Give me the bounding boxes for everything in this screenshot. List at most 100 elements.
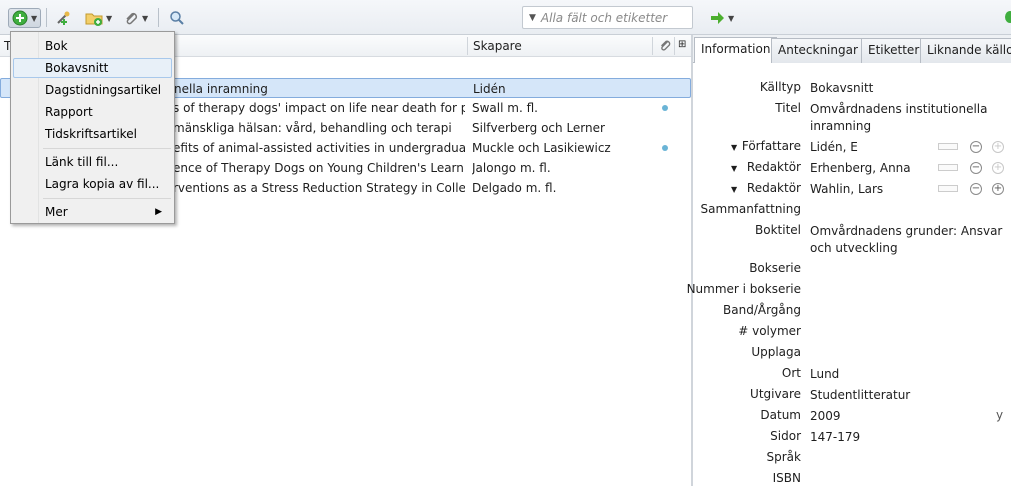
sync-status-icon[interactable] bbox=[1005, 11, 1011, 23]
chevron-down-icon: ▼ bbox=[106, 13, 113, 23]
go-to-url-button[interactable]: ▼ bbox=[706, 8, 737, 28]
item-title: rventions as a Stress Reduction Strategy… bbox=[173, 181, 465, 195]
search-mode-dropdown-icon[interactable]: ▼ bbox=[529, 13, 536, 23]
chevron-down-icon: ▼ bbox=[31, 13, 38, 23]
new-item-icon bbox=[12, 10, 28, 26]
menu-item-more-label: Mer bbox=[45, 205, 68, 219]
chevron-down-icon: ▼ bbox=[142, 13, 149, 23]
tab-tags[interactable]: Etiketter bbox=[861, 38, 927, 63]
column-divider[interactable] bbox=[674, 37, 675, 55]
abstract-label: Sammanfattning bbox=[700, 202, 801, 216]
locate-icon bbox=[170, 11, 184, 25]
menu-separator bbox=[43, 148, 171, 149]
name-mode-toggle[interactable] bbox=[938, 185, 958, 192]
toolbar: ▼ ▼ ▼ ▼ Alla fält och etiketter ▼ bbox=[0, 0, 1011, 35]
item-title: mänskliga hälsan: vård, behandling och t… bbox=[173, 121, 452, 135]
new-item-from-id-button[interactable] bbox=[52, 8, 74, 28]
title-label: Titel bbox=[775, 101, 801, 115]
menu-item-dagstidningsartikel[interactable]: Dagstidningsartikel bbox=[13, 80, 172, 100]
pages-label: Sidor bbox=[770, 429, 801, 443]
menu-item-bokavsnitt[interactable]: Bokavsnitt bbox=[13, 58, 172, 78]
edition-label: Upplaga bbox=[751, 345, 801, 359]
place-value[interactable]: Lund bbox=[810, 366, 1005, 383]
column-divider[interactable] bbox=[467, 37, 468, 55]
creator-type-dropdown-icon[interactable]: ▼ bbox=[731, 143, 737, 152]
place-label: Ort bbox=[781, 366, 801, 380]
locate-button[interactable] bbox=[166, 8, 188, 28]
menu-item-more[interactable]: Mer ▶ bbox=[13, 202, 172, 222]
menu-separator bbox=[43, 198, 171, 199]
menu-item-bok[interactable]: Bok bbox=[13, 36, 172, 56]
new-item-button[interactable]: ▼ bbox=[8, 8, 42, 28]
isbn-label: ISBN bbox=[772, 471, 801, 485]
add-creator-icon[interactable]: + bbox=[992, 162, 1004, 174]
toolbar-separator bbox=[158, 8, 159, 27]
menu-item-link-to-file[interactable]: Länk till fil... bbox=[13, 152, 172, 172]
item-creator: Silfverberg och Lerner bbox=[472, 121, 605, 135]
search-input[interactable]: ▼ Alla fält och etiketter bbox=[522, 6, 693, 29]
add-creator-icon[interactable]: + bbox=[992, 141, 1004, 153]
new-collection-icon bbox=[85, 13, 103, 26]
attachment-column-icon[interactable] bbox=[658, 38, 672, 55]
book-title-value[interactable]: Omvårdnadens grunder: Ansvar och utveckl… bbox=[810, 223, 1005, 257]
add-attachment-button[interactable]: ▼ bbox=[120, 8, 151, 28]
new-item-menu: Bok Bokavsnitt Dagstidningsartikel Rappo… bbox=[10, 31, 175, 224]
attachment-icon bbox=[126, 12, 138, 25]
remove-creator-icon[interactable]: − bbox=[970, 183, 982, 195]
add-creator-icon[interactable]: + bbox=[992, 183, 1004, 195]
submenu-arrow-icon: ▶ bbox=[155, 207, 162, 217]
attachment-indicator-icon[interactable] bbox=[662, 145, 668, 151]
tab-related[interactable]: Liknande källor bbox=[920, 38, 1011, 63]
volume-label: Band/Årgång bbox=[723, 303, 801, 317]
remove-creator-icon[interactable]: − bbox=[970, 141, 982, 153]
attachment-indicator-icon[interactable] bbox=[662, 105, 668, 111]
item-title: ence of Therapy Dogs on Young Children's… bbox=[173, 161, 465, 175]
menu-item-tidskriftsartikel[interactable]: Tidskriftsartikel bbox=[13, 124, 172, 144]
date-value[interactable]: 2009 bbox=[810, 408, 1005, 425]
book-title-label: Boktitel bbox=[755, 223, 801, 237]
title-value[interactable]: Omvårdnadens institutionella inramning bbox=[810, 101, 1005, 135]
item-creator: Jalongo m. fl. bbox=[472, 161, 551, 175]
publisher-label: Utgivare bbox=[750, 387, 801, 401]
series-number-label: Nummer i bokserie bbox=[686, 282, 801, 296]
num-volumes-label: # volymer bbox=[738, 324, 801, 338]
new-item-from-id-icon bbox=[57, 11, 70, 25]
creator-role-label[interactable]: Redaktör bbox=[747, 181, 801, 195]
tab-notes[interactable]: Anteckningar bbox=[771, 38, 865, 63]
sync-arrow-icon bbox=[711, 12, 724, 24]
series-label: Bokserie bbox=[749, 261, 801, 275]
column-divider[interactable] bbox=[652, 37, 653, 55]
item-title: s of therapy dogs' impact on life near d… bbox=[173, 101, 465, 115]
publisher-value[interactable]: Studentlitteratur bbox=[810, 387, 1005, 404]
item-creator: Lidén bbox=[473, 82, 506, 96]
chevron-down-icon: ▼ bbox=[728, 13, 735, 23]
remove-creator-icon[interactable]: − bbox=[970, 162, 982, 174]
column-picker-icon[interactable]: ⊞ bbox=[678, 39, 686, 50]
date-format-indicator: y bbox=[996, 408, 1004, 422]
name-mode-toggle[interactable] bbox=[938, 164, 958, 171]
search-placeholder: Alla fält och etiketter bbox=[540, 10, 668, 25]
item-creator: Muckle och Lasikiewicz bbox=[472, 141, 611, 155]
item-info-pane: Information Anteckningar Etiketter Likna… bbox=[687, 35, 1011, 486]
date-label: Datum bbox=[760, 408, 801, 422]
creator-type-dropdown-icon[interactable]: ▼ bbox=[731, 185, 737, 194]
creator-role-label[interactable]: Författare bbox=[742, 139, 801, 153]
item-title: efits of animal-assisted activities in u… bbox=[173, 141, 465, 155]
pages-value[interactable]: 147-179 bbox=[810, 429, 1005, 446]
item-type-label: Källtyp bbox=[759, 80, 801, 94]
item-tabs: Information Anteckningar Etiketter Likna… bbox=[693, 35, 1011, 63]
creator-column-header[interactable]: Skapare bbox=[473, 39, 522, 53]
item-creator: Delgado m. fl. bbox=[472, 181, 557, 195]
creator-role-label[interactable]: Redaktör bbox=[747, 160, 801, 174]
creator-type-dropdown-icon[interactable]: ▼ bbox=[731, 164, 737, 173]
language-label: Språk bbox=[766, 450, 801, 464]
toolbar-separator bbox=[46, 8, 47, 27]
name-mode-toggle[interactable] bbox=[938, 143, 958, 150]
item-creator: Swall m. fl. bbox=[472, 101, 538, 115]
item-title: nella inramning bbox=[174, 82, 268, 96]
new-collection-button[interactable]: ▼ bbox=[82, 8, 115, 28]
tab-information[interactable]: Information bbox=[694, 37, 778, 63]
item-type-value[interactable]: Bokavsnitt bbox=[810, 80, 1005, 97]
menu-item-store-copy-of-file[interactable]: Lagra kopia av fil... bbox=[13, 174, 172, 194]
menu-item-rapport[interactable]: Rapport bbox=[13, 102, 172, 122]
